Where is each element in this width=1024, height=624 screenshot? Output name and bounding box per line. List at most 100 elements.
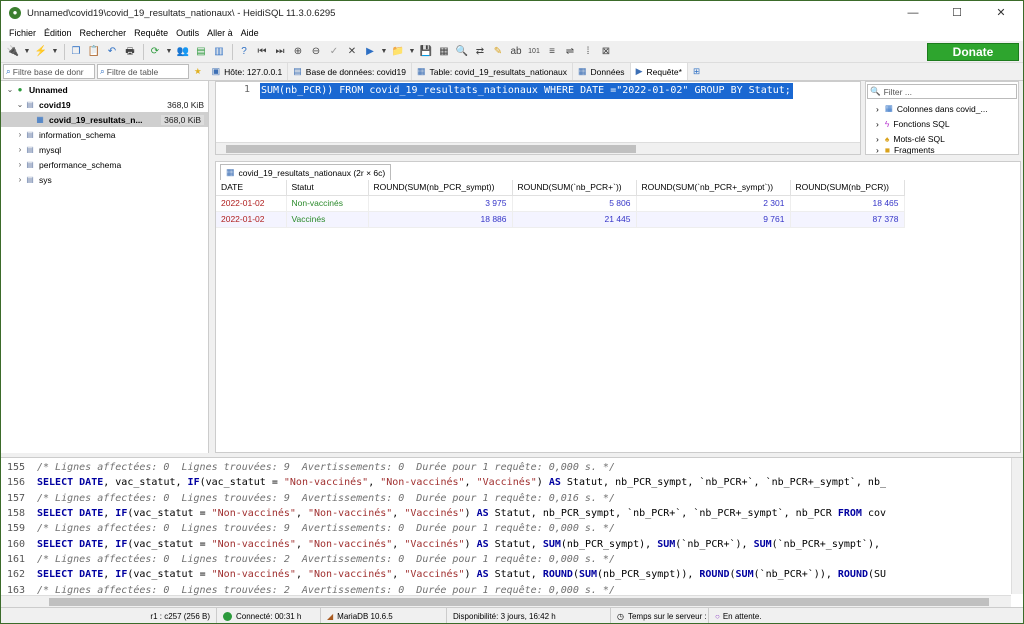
tab-data[interactable]: ▦ Données <box>573 63 631 80</box>
tree-db-information-schema[interactable]: › ▤ information_schema <box>1 127 208 142</box>
log-line[interactable]: 156 SELECT DATE, vac_statut, IF(vac_statu… <box>1 475 1023 490</box>
tab-host[interactable]: ▣ Hôte: 127.0.0.1 <box>207 63 289 80</box>
cell[interactable]: Non-vaccinés <box>286 195 369 212</box>
user-manager-icon[interactable]: 👥 <box>175 44 191 60</box>
tree-db-sys[interactable]: › ▤ sys <box>1 172 208 187</box>
log-vertical-scrollbar[interactable] <box>1011 458 1023 594</box>
sql-help-icon[interactable]: ⇌ <box>562 44 578 60</box>
tree-root[interactable]: ⌄ ● Unnamed <box>1 82 208 97</box>
sql-text-selected[interactable]: SUM(nb_PCR)) FROM covid_19_resultats_nat… <box>260 83 793 99</box>
db-filter-input[interactable]: ⌕ Filtre base de donr <box>3 64 95 79</box>
undo-icon[interactable]: ↶ <box>104 44 120 60</box>
favorites-star-icon[interactable]: ★ <box>189 63 207 80</box>
expand-icon[interactable]: › <box>15 175 25 184</box>
tab-query[interactable]: ▶ Requête* <box>630 63 688 80</box>
cell[interactable]: 21 445 <box>512 211 637 228</box>
save-snippet-icon[interactable]: ▦ <box>436 44 452 60</box>
export-icon[interactable]: ▤ <box>193 44 209 60</box>
expand-icon[interactable]: › <box>876 104 879 114</box>
donate-button[interactable]: Donate <box>927 43 1019 61</box>
copy-icon[interactable]: ❐ <box>68 44 84 60</box>
cell[interactable]: 2022-01-02 <box>216 195 287 212</box>
paste-icon[interactable]: 📋 <box>86 44 102 60</box>
cell[interactable]: 2022-01-02 <box>216 211 287 228</box>
import-icon[interactable]: ▥ <box>211 44 227 60</box>
cell[interactable]: 87 378 <box>790 211 905 228</box>
menu-fichier[interactable]: Fichier <box>5 28 40 38</box>
expand-icon[interactable]: › <box>876 119 879 129</box>
dropdown-icon[interactable]: ▼ <box>165 44 173 60</box>
menu-aller-a[interactable]: Aller à <box>203 28 237 38</box>
helpers-item-functions[interactable]: › ϟ Fonctions SQL <box>866 116 1018 131</box>
log-line[interactable]: 159 /* Lignes affectées: 0 Lignes trouvée… <box>1 521 1023 536</box>
tree-table-selected[interactable]: ▦ covid_19_resultats_n... 368,0 KiB <box>1 112 208 127</box>
log-line[interactable]: 161 /* Lignes affectées: 0 Lignes trouvée… <box>1 552 1023 567</box>
dropdown-icon[interactable]: ▼ <box>51 44 59 60</box>
format-icon[interactable]: ≡ <box>544 44 560 60</box>
dropdown-icon[interactable]: ▼ <box>23 44 31 60</box>
expand-icon[interactable]: › <box>876 134 879 144</box>
minimize-button[interactable]: — <box>891 1 935 25</box>
stop-icon[interactable]: ⊠ <box>598 44 614 60</box>
results-grid[interactable]: DATE Statut ROUND(SUM(nb_PCR_sympt)) ROU… <box>216 180 905 228</box>
collapse-icon[interactable]: ⌄ <box>5 85 15 94</box>
expand-icon[interactable]: › <box>15 130 25 139</box>
cancel-edit-icon[interactable]: ✕ <box>344 44 360 60</box>
table-row[interactable]: 2022-01-02 Non-vaccinés 3 975 5 806 2 30… <box>216 195 905 212</box>
replace-icon[interactable]: ⇄ <box>472 44 488 60</box>
helpers-item-keywords[interactable]: › ♠ Mots-clé SQL <box>866 131 1018 146</box>
menu-requete[interactable]: Requête <box>130 28 172 38</box>
scrollbar-thumb[interactable] <box>49 598 989 606</box>
clear-icon[interactable]: ✎ <box>490 44 506 60</box>
cell[interactable]: 18 886 <box>368 211 513 228</box>
log-line[interactable]: 155 /* Lignes affectées: 0 Lignes trouvée… <box>1 460 1023 475</box>
table-row[interactable]: 2022-01-02 Vaccinés 18 886 21 445 9 761 … <box>216 211 905 228</box>
column-header[interactable]: ROUND(SUM(nb_PCR)) <box>790 180 905 196</box>
results-tab[interactable]: ▦ covid_19_resultats_nationaux (2r × 6c) <box>220 164 392 180</box>
cell[interactable]: 9 761 <box>636 211 791 228</box>
log-line[interactable]: 162 SELECT DATE, IF(vac_statut = "Non-vac… <box>1 567 1023 582</box>
log-line[interactable]: 160 SELECT DATE, IF(vac_statut = "Non-vac… <box>1 536 1023 551</box>
collapse-icon[interactable]: ⌄ <box>15 100 25 109</box>
sql-editor[interactable]: 1 SUM(nb_PCR)) FROM covid_19_resultats_n… <box>215 81 861 155</box>
cell[interactable]: 3 975 <box>368 195 513 212</box>
dropdown-icon[interactable]: ▼ <box>380 44 388 60</box>
profiling-icon[interactable]: ⁞ <box>580 44 596 60</box>
menu-rechercher[interactable]: Rechercher <box>76 28 131 38</box>
tab-database[interactable]: ▤ Base de données: covid19 <box>288 63 412 80</box>
expand-icon[interactable]: › <box>876 146 879 154</box>
tree-db-covid19[interactable]: ⌄ ▤ covid19 368,0 KiB <box>1 97 208 112</box>
helpers-item-columns[interactable]: › ▦ Colonnes dans covid_... <box>866 101 1018 116</box>
editor-horizontal-scrollbar[interactable] <box>216 142 860 154</box>
new-query-tab-icon[interactable]: ⊞ <box>688 63 705 80</box>
table-filter-input[interactable]: ⌕ Filtre de table <box>97 64 189 79</box>
help-icon[interactable]: ? <box>236 44 252 60</box>
menu-aide[interactable]: Aide <box>237 28 263 38</box>
cell[interactable]: 18 465 <box>790 195 905 212</box>
disconnect-icon[interactable]: ⚡ <box>33 44 49 60</box>
log-line[interactable]: 158 SELECT DATE, IF(vac_statut = "Non-vac… <box>1 506 1023 521</box>
cell[interactable]: Vaccinés <box>286 211 369 228</box>
run-query-icon[interactable]: ▶ <box>362 44 378 60</box>
binary-icon[interactable]: 101 <box>526 44 542 60</box>
find-icon[interactable]: 🔍 <box>454 44 470 60</box>
expand-icon[interactable]: › <box>15 160 25 169</box>
open-file-icon[interactable]: 📁 <box>390 44 406 60</box>
tree-db-performance-schema[interactable]: › ▤ performance_schema <box>1 157 208 172</box>
sql-log[interactable]: 155 /* Lignes affectées: 0 Lignes trouvée… <box>1 457 1023 607</box>
cell[interactable]: 2 301 <box>636 195 791 212</box>
log-line[interactable]: 157 /* Lignes affectées: 0 Lignes trouvée… <box>1 491 1023 506</box>
menu-edition[interactable]: Édition <box>40 28 76 38</box>
expand-icon[interactable]: › <box>15 145 25 154</box>
word-wrap-icon[interactable]: ab <box>508 44 524 60</box>
helpers-item-snippets[interactable]: › ■ Fragments <box>866 146 1018 154</box>
refresh-icon[interactable]: ⟳ <box>147 44 163 60</box>
cell[interactable]: 5 806 <box>512 195 637 212</box>
tree-db-mysql[interactable]: › ▤ mysql <box>1 142 208 157</box>
maximize-button[interactable]: ☐ <box>935 1 979 25</box>
insert-record-icon[interactable]: ⊕ <box>290 44 306 60</box>
save-icon[interactable]: 💾 <box>418 44 434 60</box>
post-record-icon[interactable]: ✓ <box>326 44 342 60</box>
column-header[interactable]: DATE <box>216 180 287 196</box>
last-record-icon[interactable]: ⏭ <box>272 44 288 60</box>
